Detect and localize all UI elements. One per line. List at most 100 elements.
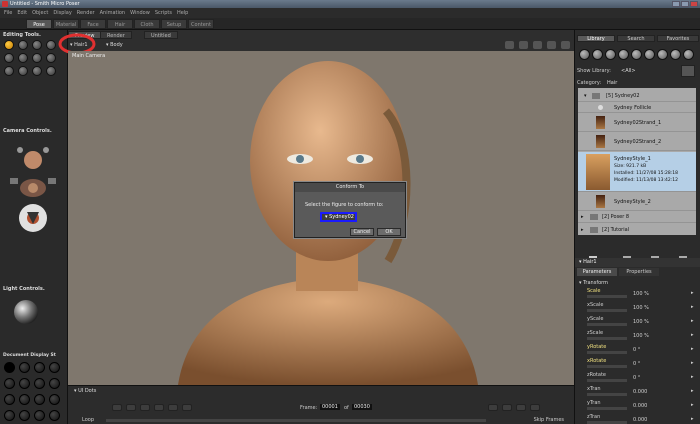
chevron-right-icon[interactable]: ▸ bbox=[691, 374, 694, 380]
param-value[interactable]: 0 ° bbox=[633, 375, 640, 381]
param-xrotate[interactable]: xRotate 0 ° ▸ bbox=[587, 358, 694, 368]
folder-icon bbox=[590, 214, 598, 220]
chevron-right-icon[interactable]: ▸ bbox=[691, 304, 694, 310]
param-zscale[interactable]: zScale 100 % ▸ bbox=[587, 330, 694, 340]
param-label: zTran bbox=[587, 414, 601, 420]
parameters-actor-header[interactable]: ▾ Hair1 bbox=[575, 258, 700, 267]
library-tree: ▾ [5] Sydney02 Sydney Follicle Sydney02S… bbox=[578, 88, 696, 225]
category-label: Category: bbox=[577, 80, 602, 86]
list-item-selected[interactable]: SydneyStyle_1 Size: 921.7 kB Installed: … bbox=[578, 152, 696, 192]
list-item-label: [2] Tutorial bbox=[602, 227, 630, 233]
figures-library-icon[interactable] bbox=[579, 49, 590, 60]
tab-parameters[interactable]: Parameters bbox=[577, 268, 617, 276]
param-ytran[interactable]: yTran 0.000 ▸ bbox=[587, 400, 694, 410]
list-item[interactable]: Sydney Follicle bbox=[578, 103, 696, 113]
param-value[interactable]: 100 % bbox=[633, 319, 649, 325]
list-item-label: Sydney Follicle bbox=[614, 105, 652, 111]
hands-library-icon[interactable] bbox=[631, 49, 642, 60]
param-value[interactable]: 0 ° bbox=[633, 361, 640, 367]
param-value[interactable]: 0.000 bbox=[633, 417, 647, 423]
conform-figure-value: Sydney02 bbox=[329, 214, 354, 220]
loop-label[interactable]: Loop bbox=[82, 417, 94, 423]
chevron-right-icon[interactable]: ▸ bbox=[691, 360, 694, 366]
hair-thumbnail bbox=[596, 116, 605, 129]
chevron-right-icon[interactable]: ▸ bbox=[691, 346, 694, 352]
lights-library-icon[interactable] bbox=[657, 49, 668, 60]
first-frame-button[interactable] bbox=[112, 404, 122, 411]
conform-to-dialog: Conform To Select the figure to conform … bbox=[294, 182, 406, 238]
keyframe-next-button[interactable] bbox=[530, 404, 540, 411]
param-label: xRotate bbox=[587, 358, 607, 364]
param-label: zRotate bbox=[587, 372, 606, 378]
list-item[interactable]: ▾ [5] Sydney02 bbox=[578, 91, 696, 102]
param-value[interactable]: 100 % bbox=[633, 291, 649, 297]
chevron-right-icon[interactable]: ▸ bbox=[691, 388, 694, 394]
chevron-right-icon[interactable]: ▸ bbox=[691, 402, 694, 408]
param-xscale[interactable]: xScale 100 % ▸ bbox=[587, 302, 694, 312]
chevron-right-icon[interactable]: ▸ bbox=[691, 318, 694, 324]
param-label: xScale bbox=[587, 302, 604, 308]
document-viewport[interactable]: Main Camera Conform To Select the figure… bbox=[68, 51, 574, 385]
keyframe-add-button[interactable] bbox=[502, 404, 512, 411]
prev-frame-button[interactable] bbox=[126, 404, 136, 411]
torso bbox=[178, 281, 478, 385]
param-yrotate[interactable]: yRotate 0 ° ▸ bbox=[587, 344, 694, 354]
param-value[interactable]: 100 % bbox=[633, 305, 649, 311]
tab-library[interactable]: Library bbox=[577, 35, 615, 42]
item-installed: Installed: 11/27/08 15:28:18 bbox=[614, 171, 678, 176]
ok-button[interactable]: OK bbox=[377, 228, 401, 236]
param-value[interactable]: 100 % bbox=[633, 333, 649, 339]
param-scale[interactable]: Scale 100 % ▸ bbox=[587, 288, 694, 298]
chevron-right-icon[interactable]: ▸ bbox=[691, 416, 694, 422]
stop-button[interactable] bbox=[140, 404, 150, 411]
conform-figure-select[interactable]: ▾ Sydney02 bbox=[320, 212, 357, 222]
of-label: of bbox=[344, 405, 349, 411]
play-button[interactable] bbox=[154, 404, 164, 411]
chevron-right-icon[interactable]: ▸ bbox=[691, 290, 694, 296]
hair-preview-thumbnail bbox=[586, 154, 610, 190]
param-label: xTran bbox=[587, 386, 601, 392]
last-frame-button[interactable] bbox=[182, 404, 192, 411]
list-item[interactable]: Sydney02Strand_2 bbox=[578, 133, 696, 151]
keyframe-remove-button[interactable] bbox=[516, 404, 526, 411]
param-yscale[interactable]: yScale 100 % ▸ bbox=[587, 316, 694, 326]
ui-dots-label[interactable]: ▾ UI Dots bbox=[74, 388, 96, 394]
list-item-label: SydneyStyle_1 bbox=[614, 156, 651, 162]
list-item[interactable]: SydneyStyle_2 bbox=[578, 193, 696, 211]
param-value[interactable]: 0.000 bbox=[633, 403, 647, 409]
chevron-down-icon: ▾ bbox=[584, 93, 587, 99]
props-library-icon[interactable] bbox=[644, 49, 655, 60]
tab-search[interactable]: Search bbox=[617, 35, 655, 42]
tab-properties[interactable]: Properties bbox=[619, 268, 659, 276]
cameras-library-icon[interactable] bbox=[670, 49, 681, 60]
show-library-select[interactable]: <All> bbox=[621, 68, 636, 74]
category-value: Hair bbox=[607, 80, 618, 86]
list-item[interactable]: ▸ [2] Tutorial bbox=[578, 225, 696, 235]
next-frame-button[interactable] bbox=[168, 404, 178, 411]
item-modified: Modified: 11/13/08 13:42:12 bbox=[614, 178, 678, 183]
chevron-right-icon: ▸ bbox=[581, 227, 584, 233]
total-frames-field[interactable]: 00030 bbox=[352, 404, 372, 410]
hair-library-icon[interactable] bbox=[618, 49, 629, 60]
param-ztran[interactable]: zTran 0.000 ▸ bbox=[587, 414, 694, 424]
skip-frames-label[interactable]: Skip Frames bbox=[534, 417, 564, 423]
keyframe-prev-button[interactable] bbox=[488, 404, 498, 411]
expressions-library-icon[interactable] bbox=[605, 49, 616, 60]
add-library-icon[interactable] bbox=[681, 65, 695, 77]
list-item[interactable]: Sydney02Strand_1 bbox=[578, 114, 696, 132]
param-value[interactable]: 0 ° bbox=[633, 347, 640, 353]
show-library-label: Show Library: bbox=[577, 68, 611, 74]
timeline-slider[interactable] bbox=[106, 419, 486, 422]
param-zrotate[interactable]: zRotate 0 ° ▸ bbox=[587, 372, 694, 382]
param-value[interactable]: 0.000 bbox=[633, 389, 647, 395]
current-frame-field[interactable]: 00001 bbox=[320, 404, 340, 410]
poses-library-icon[interactable] bbox=[592, 49, 603, 60]
transform-group-label[interactable]: ▾ Transform bbox=[579, 280, 608, 286]
list-item-label: [2] Poser 8 bbox=[602, 214, 630, 220]
chevron-right-icon[interactable]: ▸ bbox=[691, 332, 694, 338]
param-xtran[interactable]: xTran 0.000 ▸ bbox=[587, 386, 694, 396]
list-item[interactable]: ▸ [2] Poser 8 bbox=[578, 212, 696, 223]
cancel-button[interactable]: Cancel bbox=[350, 228, 374, 236]
tab-favorites[interactable]: Favorites bbox=[657, 35, 699, 42]
materials-library-icon[interactable] bbox=[683, 49, 694, 60]
